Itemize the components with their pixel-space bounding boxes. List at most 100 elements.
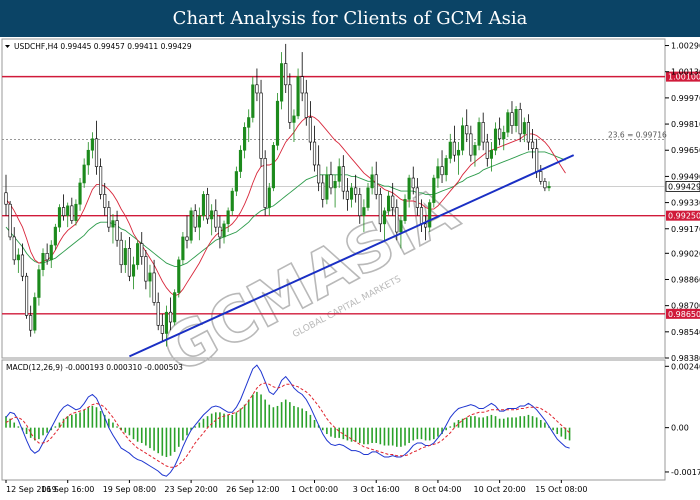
candle-body	[300, 76, 304, 94]
candle-body	[82, 164, 86, 184]
candle-body	[284, 63, 288, 86]
y-tick-label: 1.00290	[671, 42, 700, 51]
macd-histogram-bar	[358, 427, 361, 443]
macd-histogram-bar	[502, 418, 505, 428]
macd-histogram-bar	[116, 426, 118, 428]
macd-histogram-bar	[243, 404, 246, 428]
candle-body	[193, 210, 197, 228]
candle-body	[41, 253, 45, 270]
macd-histogram-bar	[400, 427, 402, 447]
macd-histogram-bar	[145, 427, 147, 446]
candle-body	[99, 166, 103, 195]
macd-histogram-bar	[568, 427, 571, 441]
macd-histogram-bar	[124, 427, 127, 433]
candle-body	[312, 141, 317, 166]
macd-histogram-bar	[371, 427, 373, 443]
macd-histogram-bar	[437, 427, 439, 437]
x-tick-label: 19 Sep 08:00	[103, 485, 156, 494]
candle-body	[530, 141, 535, 149]
candle-body	[498, 128, 502, 140]
candle-body	[469, 133, 473, 156]
macd-histogram-bar	[161, 427, 164, 456]
candle-body	[12, 236, 16, 261]
macd-histogram-bar	[140, 427, 143, 443]
macd-histogram-bar	[428, 427, 431, 441]
macd-histogram-bar	[177, 427, 180, 447]
candle-body	[86, 149, 90, 166]
y-tick-label: 0.98540	[671, 328, 700, 337]
candle-body	[201, 194, 206, 216]
candle-body	[461, 125, 465, 151]
candle-body	[74, 203, 78, 221]
candle-body	[473, 145, 477, 156]
macd-histogram-bar	[79, 412, 81, 428]
macd-histogram-bar	[515, 417, 517, 428]
macd-histogram-bar	[408, 427, 410, 443]
candle-body	[29, 315, 33, 331]
macd-histogram-bar	[375, 427, 378, 443]
macd-histogram-bar	[523, 416, 526, 428]
macd-histogram-bar	[173, 427, 176, 452]
macd-histogram-bar	[387, 427, 390, 446]
macd-histogram-bar	[470, 416, 472, 428]
candle-body	[168, 311, 173, 323]
candle-body	[321, 182, 325, 200]
candle-body	[510, 112, 514, 127]
x-tick-label: 16 Sep 16:00	[41, 485, 94, 494]
candle-body	[337, 166, 341, 182]
macd-histogram-bar	[404, 427, 406, 446]
candle-body	[333, 181, 337, 189]
candle-body	[539, 171, 543, 182]
candle-body	[218, 226, 222, 238]
candle-body	[8, 203, 12, 238]
macd-histogram-bar	[186, 427, 188, 436]
macd-histogram-bar	[433, 427, 435, 440]
candle-body	[234, 171, 238, 192]
macd-histogram-bar	[29, 427, 32, 438]
y-tick-label: 0.99970	[671, 94, 700, 103]
candle-body	[465, 125, 469, 135]
candle-body	[407, 177, 411, 200]
macd-histogram-bar	[461, 418, 464, 428]
macd-histogram-bar	[231, 414, 234, 428]
macd-histogram-bar	[457, 420, 460, 428]
macd-histogram-bar	[544, 422, 546, 428]
macd-histogram-bar	[552, 427, 554, 431]
macd-histogram-bar	[321, 427, 324, 431]
current-price-label: 0.99429	[668, 182, 700, 191]
macd-histogram-bar	[87, 407, 90, 428]
macd-histogram-bar	[62, 418, 65, 428]
candle-body	[20, 254, 25, 277]
candle-body	[308, 117, 312, 143]
macd-histogram-bar	[367, 427, 369, 445]
macd-histogram-bar	[465, 417, 468, 428]
macd-histogram-bar	[132, 427, 135, 440]
candle-body	[514, 109, 518, 127]
candle-body	[115, 220, 119, 241]
macd-histogram-bar	[276, 405, 279, 428]
x-tick-label: 3 Oct 16:00	[353, 485, 400, 494]
macd-histogram-bar	[182, 427, 184, 441]
candle-body	[251, 84, 255, 118]
x-tick-label: 26 Sep 12:00	[226, 485, 279, 494]
candle-body	[119, 239, 123, 266]
macd-histogram-bar	[363, 427, 365, 445]
candle-body	[111, 220, 115, 228]
banner-title: Chart Analysis for Clients of GCM Asia	[0, 0, 700, 37]
candle-body	[185, 236, 189, 241]
macd-histogram-bar	[194, 426, 197, 428]
y-tick-label: 0.99490	[671, 172, 700, 181]
candle-body	[477, 122, 481, 146]
candle-body	[366, 187, 370, 208]
macd-histogram-bar	[95, 407, 98, 428]
macd-histogram-bar	[301, 408, 303, 428]
candle-body	[432, 177, 436, 203]
candle-body	[345, 190, 350, 200]
candle-body	[53, 226, 57, 246]
macd-y-tick-label: -0.001735	[671, 468, 700, 477]
candle-body	[156, 302, 160, 326]
macd-histogram-bar	[235, 412, 238, 428]
macd-histogram-bar	[313, 420, 316, 428]
macd-histogram-bar	[157, 427, 160, 454]
candle-body	[506, 112, 510, 133]
